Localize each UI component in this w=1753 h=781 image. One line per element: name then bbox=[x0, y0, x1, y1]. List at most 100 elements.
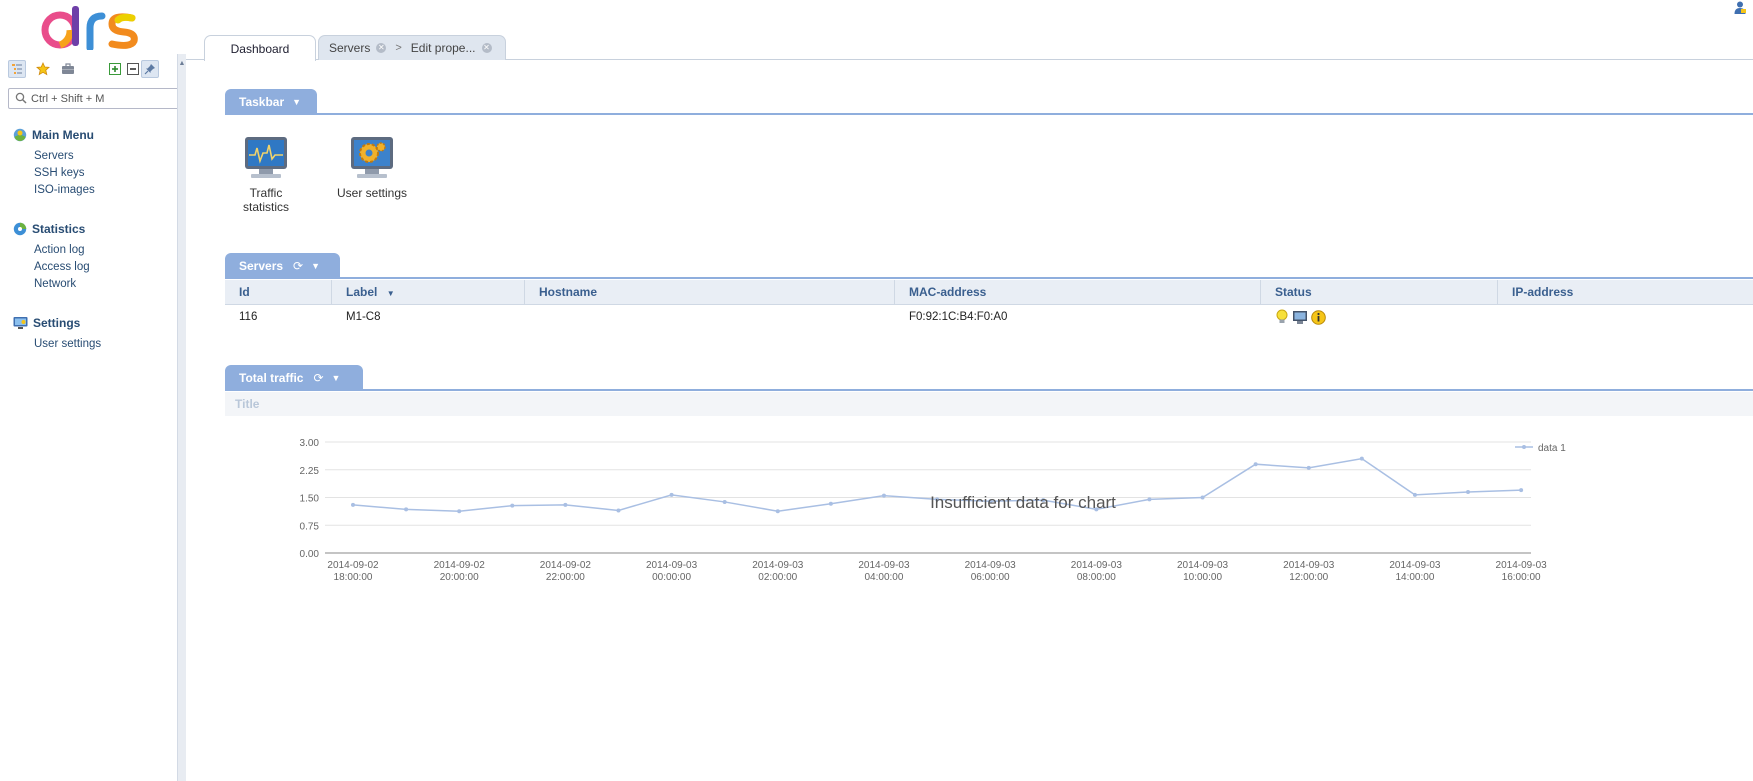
column-header-label[interactable]: Label ▼ bbox=[332, 280, 525, 304]
column-header-ip-address[interactable]: IP-address bbox=[1498, 280, 1753, 304]
refresh-icon[interactable]: ⟳ bbox=[293, 259, 303, 273]
cell-ip-address bbox=[1498, 305, 1753, 329]
refresh-icon[interactable]: ⟳ bbox=[313, 371, 323, 385]
traffic-panel-tab[interactable]: Total traffic ⟳ ▼ bbox=[225, 365, 363, 390]
y-tick-label: 0.75 bbox=[300, 521, 320, 532]
data-point bbox=[828, 501, 833, 506]
menu-search-input[interactable] bbox=[31, 90, 173, 107]
x-tick-label: 2014-09-02 bbox=[434, 560, 486, 571]
data-point bbox=[457, 509, 462, 514]
pin-icon[interactable] bbox=[141, 60, 159, 78]
traffic-statistics-label-line1: Traffic bbox=[249, 186, 283, 200]
table-row[interactable]: 116 M1-C8 F0:92:1C:B4:F0:A0 bbox=[225, 305, 1753, 329]
data-point bbox=[510, 503, 515, 508]
menu-search-field[interactable] bbox=[8, 88, 179, 109]
x-tick-label: 12:00:00 bbox=[1289, 572, 1328, 583]
data-point bbox=[1147, 497, 1152, 502]
traffic-monitor-icon bbox=[245, 137, 287, 178]
collapse-all-icon[interactable] bbox=[124, 60, 142, 78]
x-tick-label: 10:00:00 bbox=[1183, 572, 1222, 583]
tab-servers-label[interactable]: Servers bbox=[329, 41, 370, 55]
drs-logo[interactable] bbox=[40, 4, 150, 50]
data-point bbox=[1359, 456, 1364, 461]
tab-strip: Dashboard Servers ✕ > Edit prope... ✕ bbox=[186, 0, 1753, 61]
x-tick-label: 22:00:00 bbox=[546, 572, 585, 583]
search-icon bbox=[15, 92, 27, 104]
servers-panel-tab[interactable]: Servers ⟳ ▼ bbox=[225, 253, 340, 278]
menu-head-settings[interactable]: Settings bbox=[13, 314, 80, 332]
x-tick-label: 06:00:00 bbox=[971, 572, 1010, 583]
main-menu-icon bbox=[13, 128, 27, 142]
sidebar: Main Menu Servers SSH keys ISO-images St… bbox=[0, 0, 179, 781]
x-tick-label: 2014-09-03 bbox=[1283, 560, 1335, 571]
chevron-down-icon[interactable]: ▼ bbox=[311, 261, 320, 271]
power-bulb-icon[interactable] bbox=[1275, 309, 1289, 325]
x-tick-label: 2014-09-03 bbox=[646, 560, 698, 571]
data-point bbox=[1466, 489, 1471, 494]
x-tick-label: 16:00:00 bbox=[1502, 572, 1541, 583]
menu-item-user-settings[interactable]: User settings bbox=[34, 338, 101, 350]
user-icon[interactable] bbox=[1733, 0, 1747, 14]
favorites-star-icon[interactable] bbox=[34, 60, 52, 78]
x-tick-label: 14:00:00 bbox=[1395, 572, 1434, 583]
menu-item-servers[interactable]: Servers bbox=[34, 150, 74, 162]
tab-dashboard-label: Dashboard bbox=[230, 41, 290, 56]
data-point bbox=[722, 499, 727, 504]
cell-hostname bbox=[525, 305, 895, 329]
expand-all-icon[interactable] bbox=[106, 60, 124, 78]
column-header-status[interactable]: Status bbox=[1261, 280, 1498, 304]
close-tab-servers-icon[interactable]: ✕ bbox=[376, 43, 387, 53]
x-tick-label: 2014-09-03 bbox=[1071, 560, 1123, 571]
cell-status bbox=[1261, 305, 1498, 329]
insufficient-data-message: Insufficient data for chart bbox=[930, 493, 1116, 512]
legend-marker bbox=[1522, 445, 1526, 449]
column-header-id[interactable]: Id bbox=[225, 280, 332, 304]
user-settings-gear-icon bbox=[351, 137, 393, 178]
tree-view-icon[interactable] bbox=[8, 60, 26, 78]
taskbar-traffic-statistics[interactable]: Traffic statistics bbox=[236, 135, 296, 214]
monitor-icon[interactable] bbox=[1292, 310, 1308, 325]
chart-title-placeholder[interactable]: Title bbox=[235, 397, 259, 411]
sidebar-splitter[interactable]: ▲ bbox=[177, 54, 186, 781]
info-icon[interactable] bbox=[1311, 309, 1326, 325]
menu-head-statistics-label: Statistics bbox=[32, 222, 86, 236]
chevron-down-icon[interactable]: ▼ bbox=[292, 97, 301, 107]
collapse-arrow-icon[interactable]: ▲ bbox=[178, 60, 186, 67]
x-tick-label: 20:00:00 bbox=[440, 572, 479, 583]
x-tick-label: 2014-09-03 bbox=[1177, 560, 1229, 571]
tab-servers-edit[interactable]: Servers ✕ > Edit prope... ✕ bbox=[318, 35, 506, 60]
data-point bbox=[1412, 492, 1417, 497]
taskbar-panel-tab[interactable]: Taskbar ▼ bbox=[225, 89, 317, 114]
sort-arrow-icon[interactable]: ▼ bbox=[387, 289, 395, 298]
y-tick-label: 1.50 bbox=[300, 494, 320, 505]
data-point bbox=[404, 507, 409, 512]
menu-item-iso-images[interactable]: ISO-images bbox=[34, 184, 95, 196]
briefcase-icon[interactable] bbox=[59, 60, 77, 78]
column-header-hostname[interactable]: Hostname bbox=[525, 280, 895, 304]
x-tick-label: 2014-09-03 bbox=[965, 560, 1017, 571]
tab-dashboard[interactable]: Dashboard bbox=[204, 35, 316, 61]
column-header-mac-address[interactable]: MAC-address bbox=[895, 280, 1261, 304]
data-point bbox=[1200, 495, 1205, 500]
traffic-line-chart: 0.000.751.502.253.00 2014-09-0218:00:002… bbox=[300, 438, 1567, 583]
x-tick-label: 2014-09-03 bbox=[1496, 560, 1548, 571]
data-point bbox=[1253, 462, 1258, 467]
tab-edit-label[interactable]: Edit prope... bbox=[411, 41, 476, 55]
settings-icon bbox=[13, 317, 28, 329]
table-header: Id Label ▼ Hostname MAC-address Status I… bbox=[225, 280, 1753, 305]
menu-head-statistics[interactable]: Statistics bbox=[13, 220, 85, 238]
menu-item-ssh-keys[interactable]: SSH keys bbox=[34, 167, 85, 179]
close-tab-edit-icon[interactable]: ✕ bbox=[481, 43, 492, 53]
traffic-panel-divider bbox=[225, 389, 1753, 391]
menu-item-access-log[interactable]: Access log bbox=[34, 261, 90, 273]
menu-item-network[interactable]: Network bbox=[34, 278, 76, 290]
y-tick-label: 2.25 bbox=[300, 466, 320, 477]
taskbar-user-settings[interactable]: User settings bbox=[334, 135, 410, 200]
menu-head-main[interactable]: Main Menu bbox=[13, 126, 94, 144]
chevron-down-icon[interactable]: ▼ bbox=[332, 373, 341, 383]
data-point bbox=[669, 492, 674, 497]
menu-item-action-log[interactable]: Action log bbox=[34, 244, 85, 256]
menu-head-settings-label: Settings bbox=[33, 316, 81, 330]
statistics-icon bbox=[13, 222, 27, 236]
menu-head-main-label: Main Menu bbox=[32, 128, 94, 142]
